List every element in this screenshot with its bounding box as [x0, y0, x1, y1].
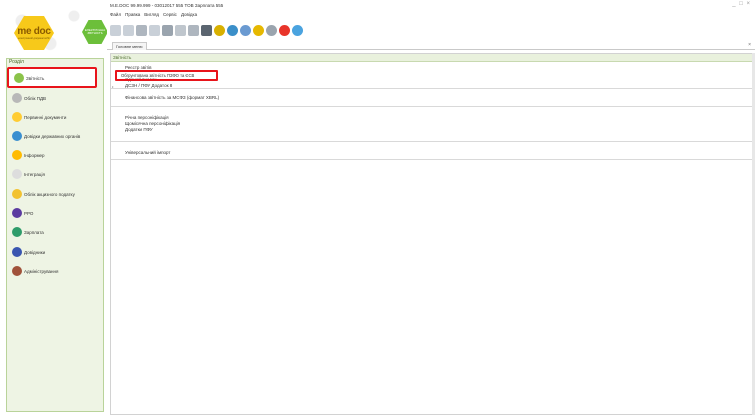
selected-report-item[interactable]: Обгрунтована звітність ПЗФО та ЄСВ [121, 73, 194, 78]
report-item[interactable]: Щомісячна персоніфікація [125, 121, 180, 126]
tab-main-menu[interactable]: Головне меню [112, 42, 147, 50]
menu-item-0[interactable]: Файл [110, 11, 121, 18]
sidebar-item-label: Інтеграція [24, 171, 45, 177]
sidebar-title: Розділ [9, 59, 24, 65]
sidebar-item-10[interactable]: Адміністрування [12, 264, 58, 278]
section-icon [14, 73, 24, 83]
left-column: me doc електронний документообіг ЕЛЕКТРО… [0, 0, 108, 418]
receive-icon[interactable] [227, 24, 238, 36]
sidebar-item-4[interactable]: Інформер [12, 148, 45, 162]
logo-text: me doc [17, 26, 51, 37]
sidebar-item-0[interactable]: Звітність [14, 71, 44, 85]
sidebar-item-3[interactable]: Довідки державних органів [12, 129, 80, 143]
link-icon[interactable] [266, 24, 277, 36]
help-icon[interactable] [253, 24, 264, 36]
sidebar-item-label: Первинні документи [24, 114, 67, 120]
new-doc-icon[interactable] [110, 24, 121, 36]
menu-item-1[interactable]: Правка [125, 11, 140, 18]
sidebar-item-2[interactable]: Первинні документи [12, 110, 66, 124]
sidebar-item-label: Довідники [24, 249, 46, 255]
report-item[interactable]: Додатки ПФУ [125, 127, 153, 132]
tab-strip: Головне меню × [107, 42, 755, 50]
sidebar-item-label: Зарплата [24, 229, 44, 235]
report-item[interactable]: Універсальний імпорт [125, 150, 170, 155]
section-icon [12, 131, 22, 141]
report-group-3: Універсальний імпорт [111, 142, 752, 160]
menu-item-4[interactable]: Довідка [181, 11, 197, 18]
section-icon [12, 247, 22, 257]
logo-sub: електронний документообіг [18, 37, 50, 40]
sidebar-item-label: Облік ПДВ [24, 95, 47, 101]
sidebar-item-label: Інформер [24, 152, 45, 158]
section-icon [12, 169, 22, 179]
extra-icon[interactable] [292, 24, 303, 36]
report-group-2: Річна персоніфікація Щомісячна персоніфік… [111, 107, 752, 142]
toolbar [110, 22, 303, 38]
menu-item-2[interactable]: Вигляд [144, 11, 159, 18]
window-title: M.E.DOC 99.99.999 - 03012017 555 ТОВ Зар… [110, 3, 224, 8]
sidebar-item-label: Адміністрування [24, 268, 59, 274]
badge-text: ЕЛЕКТРОННА ЗВІТНІСТЬ [84, 27, 106, 35]
sidebar-item-9[interactable]: Довідники [12, 245, 45, 259]
section-icon [12, 150, 22, 160]
main-window: M.E.DOC 99.99.999 - 03012017 555 ТОВ Зар… [107, 0, 755, 418]
section-icon [12, 266, 22, 276]
report-group-1: Фінансова звітність за МСФЗ (формат XBRL… [111, 89, 752, 107]
section-icon [12, 93, 22, 103]
sidebar-item-label: Облік акцизного податку [24, 191, 75, 197]
open-doc-icon[interactable] [123, 24, 134, 36]
report-item[interactable]: Фінансова звітність за МСФЗ (формат XBRL… [125, 95, 219, 100]
record-icon[interactable] [279, 24, 290, 36]
filter-icon[interactable] [162, 24, 173, 36]
sidebar-item-7[interactable]: РРО [12, 206, 33, 220]
search-icon[interactable] [175, 24, 186, 36]
sidebar-item-6[interactable]: Облік акцизного податку [12, 187, 75, 201]
copy-doc-icon[interactable] [149, 24, 160, 36]
settings-icon[interactable] [240, 24, 251, 36]
menu-bar: Файл Правка Вигляд Сервіс Довідка [110, 11, 197, 18]
report-item[interactable]: ДСЗН / ПФУ Додаток 8 [125, 83, 172, 88]
logo-area: me doc електронний документообіг ЕЛЕКТРО… [6, 6, 108, 56]
bullet-marker: • [112, 84, 114, 89]
send-icon[interactable] [214, 24, 225, 36]
window-controls[interactable]: _ □ × [732, 1, 751, 7]
sidebar-item-label: РРО [24, 210, 34, 216]
section-icon [12, 227, 22, 237]
print-icon[interactable] [201, 24, 212, 36]
sidebar-item-label: Звітність [26, 75, 45, 81]
sidebar-item-1[interactable]: Облік ПДВ [12, 91, 46, 105]
section-icon [12, 112, 22, 122]
sidebar-item-label: Довідки державних органів [24, 133, 81, 139]
close-icon[interactable]: × [748, 42, 751, 48]
section-icon [12, 208, 22, 218]
content-panel: Звітність Реєстр звітівОбмін інформаціїЄ… [110, 53, 753, 415]
menu-item-3[interactable]: Сервіс [163, 11, 177, 18]
report-item[interactable]: Річна персоніфікація [125, 115, 169, 120]
content-header: Звітність [111, 54, 752, 62]
sidebar-item-8[interactable]: Зарплата [12, 225, 44, 239]
save-doc-icon[interactable] [136, 24, 147, 36]
zoom-icon[interactable] [188, 24, 199, 36]
section-icon [12, 189, 22, 199]
sidebar-item-5[interactable]: Інтеграція [12, 167, 45, 181]
